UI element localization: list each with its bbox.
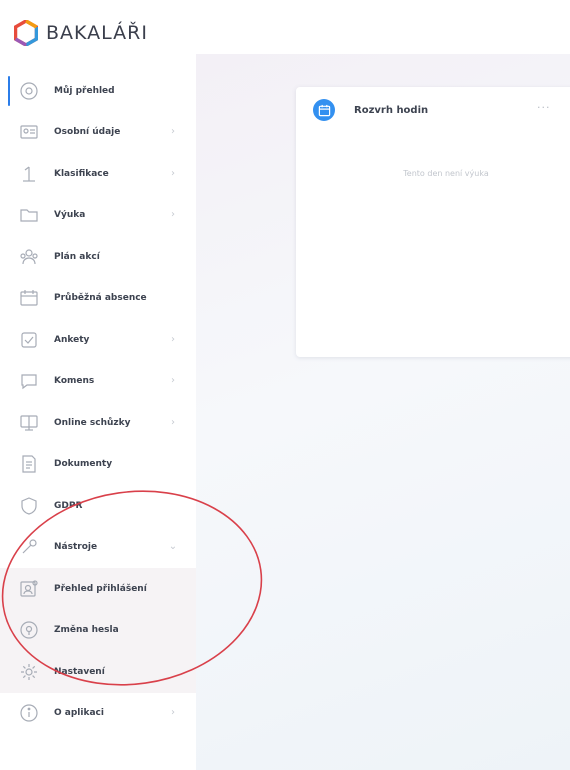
document-icon <box>18 453 40 475</box>
chevron-down-icon: ⌄ <box>168 541 178 553</box>
sidebar-item-osobni-udaje[interactable]: Osobní údaje › <box>0 112 196 154</box>
sidebar-item-zmena-hesla[interactable]: Změna hesla <box>0 609 196 651</box>
sidebar-item-nastroje[interactable]: Nástroje ⌄ <box>0 527 196 569</box>
sidebar-item-label: Osobní údaje <box>54 127 121 138</box>
chevron-right-icon: › <box>171 416 175 428</box>
sidebar-item-label: Komens <box>54 376 95 387</box>
app-logo[interactable]: BAKALÁŘI <box>14 18 148 48</box>
sidebar-item-label: O aplikaci <box>54 708 104 719</box>
grade-icon <box>18 163 40 185</box>
sidebar-item-dokumenty[interactable]: Dokumenty <box>0 444 196 486</box>
bakalari-logo-icon <box>14 20 38 46</box>
sidebar-item-komens[interactable]: Komens › <box>0 361 196 403</box>
key-icon <box>18 619 40 641</box>
sidebar-item-klasifikace[interactable]: Klasifikace › <box>0 153 196 195</box>
sidebar-item-label: Nástroje <box>54 542 98 553</box>
sidebar-item-label: Můj přehled <box>54 85 115 96</box>
gear-icon <box>18 661 40 683</box>
sidebar-item-prubezna-absence[interactable]: Průběžná absence <box>0 278 196 320</box>
message-icon <box>18 370 40 392</box>
sidebar-item-prehled-prihlaseni[interactable]: Přehled přihlášení <box>0 568 196 610</box>
shield-icon <box>18 495 40 517</box>
sidebar-item-label: Průběžná absence <box>54 293 147 304</box>
logo-text: BAKALÁŘI <box>46 22 148 44</box>
widget-menu-button[interactable]: ··· <box>537 101 551 114</box>
chevron-right-icon: › <box>171 333 175 345</box>
sidebar-item-label: Výuka <box>54 210 86 221</box>
info-icon <box>18 702 40 724</box>
sidebar-item-label: Změna hesla <box>54 625 119 636</box>
tools-icon <box>18 536 40 558</box>
widget-empty-message: Tento den není výuka <box>403 169 489 178</box>
sidebar-item-ankety[interactable]: Ankety › <box>0 319 196 361</box>
folder-icon <box>18 204 40 226</box>
chevron-right-icon: › <box>171 209 175 221</box>
sidebar-item-online-schuzky[interactable]: Online schůzky › <box>0 402 196 444</box>
people-icon <box>18 246 40 268</box>
chevron-right-icon: › <box>171 707 175 719</box>
sidebar: BAKALÁŘI Můj přehled Osobní údaje › Klas… <box>0 0 196 770</box>
timetable-widget: Rozvrh hodin ··· Tento den není výuka <box>296 87 570 357</box>
sidebar-item-label: Nastavení <box>54 666 105 677</box>
sidebar-item-label: Přehled přihlášení <box>54 583 147 594</box>
main-content: Rozvrh hodin ··· Tento den není výuka <box>196 54 570 770</box>
chevron-right-icon: › <box>171 375 175 387</box>
sidebar-item-label: Dokumenty <box>54 459 113 470</box>
sidebar-item-muj-prehled[interactable]: Můj přehled <box>0 70 196 112</box>
chevron-right-icon: › <box>171 167 175 179</box>
top-bar <box>196 0 570 54</box>
sidebar-item-plan-akci[interactable]: Plán akcí <box>0 236 196 278</box>
sidebar-item-label: Klasifikace <box>54 168 109 179</box>
monitor-icon <box>18 412 40 434</box>
sidebar-item-o-aplikaci[interactable]: O aplikaci › <box>0 693 196 735</box>
login-history-icon <box>18 578 40 600</box>
sidebar-item-label: Ankety <box>54 334 90 345</box>
user-card-icon <box>18 121 40 143</box>
widget-title: Rozvrh hodin <box>354 105 429 116</box>
checkbox-icon <box>18 329 40 351</box>
chevron-right-icon: › <box>171 126 175 138</box>
calendar-icon <box>18 287 40 309</box>
sidebar-item-label: GDPR <box>54 500 83 511</box>
sidebar-item-label: Plán akcí <box>54 251 100 262</box>
sidebar-item-nastaveni[interactable]: Nastavení <box>0 651 196 693</box>
sidebar-item-label: Online schůzky <box>54 417 131 428</box>
calendar-icon <box>313 99 335 121</box>
sidebar-nav: Můj přehled Osobní údaje › Klasifikace ›… <box>0 70 196 734</box>
sidebar-item-vyuka[interactable]: Výuka › <box>0 195 196 237</box>
dashboard-icon <box>18 80 40 102</box>
sidebar-item-gdpr[interactable]: GDPR <box>0 485 196 527</box>
